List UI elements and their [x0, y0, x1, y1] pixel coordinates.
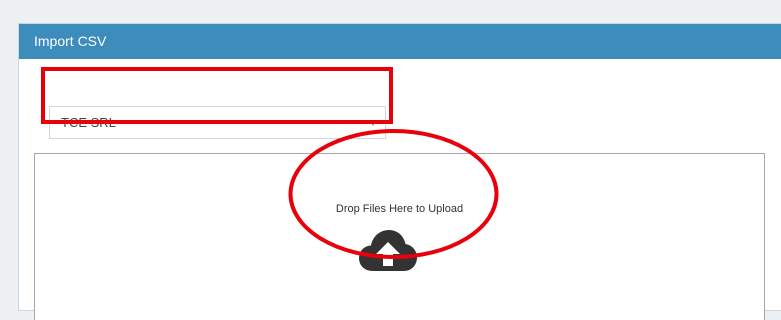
- caret-down-icon: ▼: [369, 119, 377, 128]
- company-select[interactable]: TCE SRL ▼: [49, 106, 386, 139]
- panel-title: Import CSV: [34, 33, 107, 49]
- panel-header: Import CSV: [19, 24, 781, 59]
- dropzone-message: Drop Files Here to Upload: [335, 203, 464, 215]
- file-dropzone[interactable]: Drop Files Here to Upload: [34, 153, 765, 320]
- panel-body: TCE SRL ▼ Drop Files Here to Upload: [19, 59, 781, 320]
- page: Import CSV TCE SRL ▼ Drop Files Here to …: [0, 0, 781, 320]
- company-select-value: TCE SRL: [61, 115, 116, 130]
- import-csv-panel: Import CSV TCE SRL ▼ Drop Files Here to …: [18, 23, 781, 320]
- cloud-upload-icon: [359, 230, 417, 271]
